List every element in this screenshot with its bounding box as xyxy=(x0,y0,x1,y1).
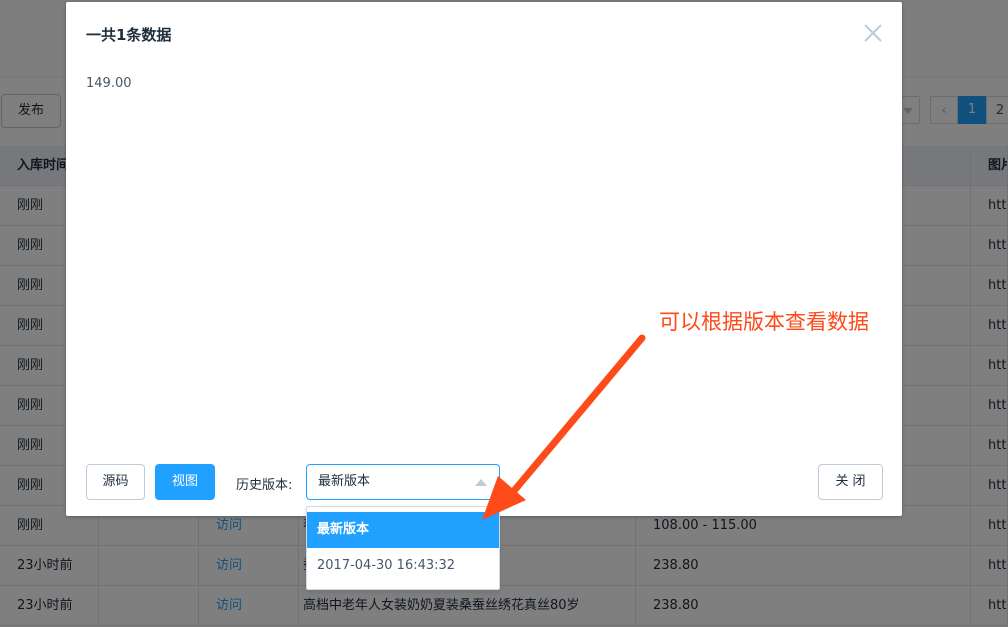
source-button[interactable]: 源码 xyxy=(86,464,145,500)
close-button[interactable]: 关闭 xyxy=(818,464,883,500)
annotation-text: 可以根据版本查看数据 xyxy=(659,310,869,334)
history-version-value: 最新版本 xyxy=(318,474,371,489)
dropdown-option-version[interactable]: 2017-04-30 16:43:32 xyxy=(307,548,499,584)
view-button[interactable]: 视图 xyxy=(155,464,215,500)
annotation-arrow-icon xyxy=(482,334,646,520)
history-version-label: 历史版本: xyxy=(236,478,293,493)
dialog-content: 149.00 xyxy=(86,76,132,91)
close-icon[interactable] xyxy=(862,22,884,44)
dialog-title: 一共1条数据 xyxy=(86,26,172,44)
